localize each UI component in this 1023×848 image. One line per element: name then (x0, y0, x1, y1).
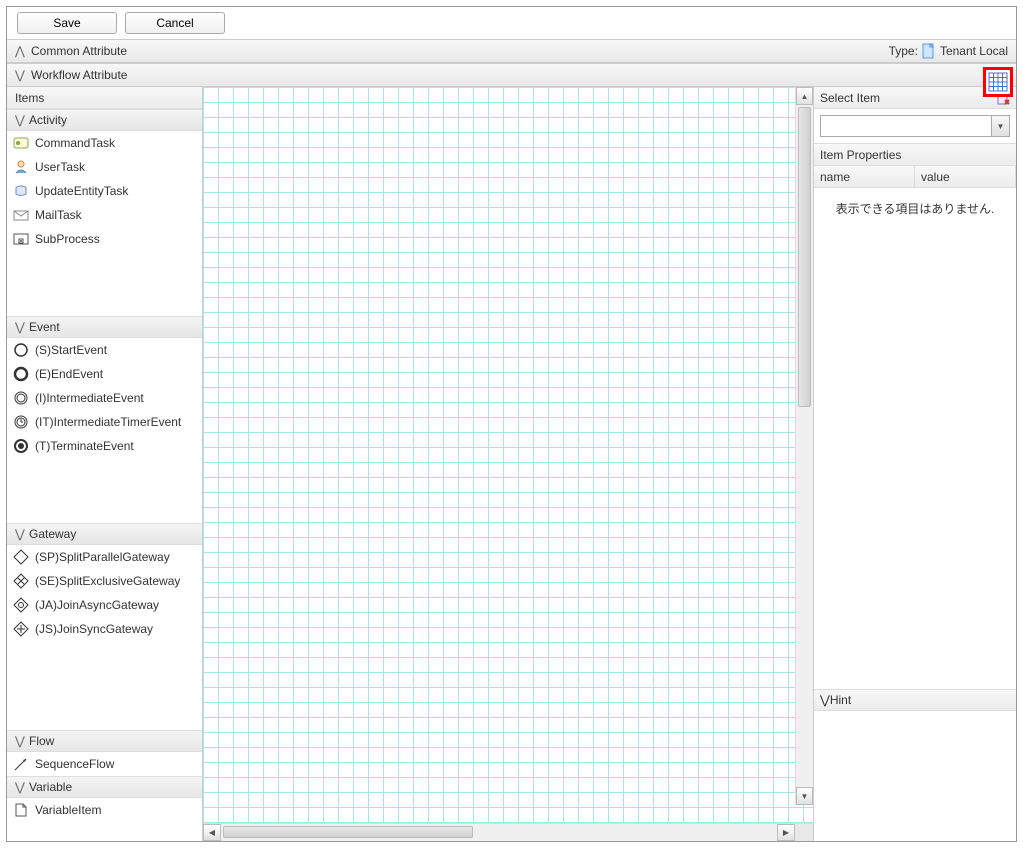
workflow-attribute-label: Workflow Attribute (31, 68, 127, 82)
category-event[interactable]: ⋁ Event (7, 316, 202, 338)
user-task-icon (13, 159, 29, 175)
palette-item-joinsyncgateway[interactable]: (JS)JoinSyncGateway (7, 617, 202, 641)
palette-item-usertask[interactable]: UserTask (7, 155, 202, 179)
items-palette: Items ⋁ Activity CommandTask UserTask Up… (7, 87, 203, 841)
async-gateway-icon (13, 597, 29, 613)
update-entity-icon (13, 183, 29, 199)
chevron-down-icon: ⋁ (820, 693, 830, 707)
hint-header[interactable]: ⋁ Hint (814, 689, 1016, 711)
type-info: Type: Tenant Local (889, 43, 1008, 59)
scroll-corner (795, 824, 813, 841)
chevron-up-icon: ⋀ (15, 44, 27, 58)
document-icon (922, 43, 936, 59)
grid-toggle-button[interactable] (988, 72, 1008, 92)
chevron-down-icon: ⋁ (15, 320, 27, 334)
category-activity[interactable]: ⋁ Activity (7, 109, 202, 131)
palette-item-intermediatetimerevent[interactable]: (IT)IntermediateTimerEvent (7, 410, 202, 434)
chevron-down-icon: ⋁ (15, 734, 27, 748)
top-toolbar: Save Cancel (7, 7, 1016, 39)
column-name[interactable]: name (814, 166, 915, 187)
palette-item-commandtask[interactable]: CommandTask (7, 131, 202, 155)
sync-gateway-icon (13, 621, 29, 637)
canvas-area: ▲ ▼ ◀ ▶ (203, 87, 814, 841)
category-variable[interactable]: ⋁ Variable (7, 776, 202, 798)
intermediate-event-icon (13, 390, 29, 406)
palette-item-variableitem[interactable]: VariableItem (7, 798, 202, 822)
column-value[interactable]: value (915, 166, 1016, 187)
chevron-down-icon: ⋁ (15, 68, 27, 82)
hint-body (814, 711, 1016, 841)
scroll-up-button[interactable]: ▲ (796, 87, 813, 105)
palette-item-intermediateevent[interactable]: (I)IntermediateEvent (7, 386, 202, 410)
workflow-attribute-bar[interactable]: ⋁ Workflow Attribute (7, 63, 1016, 87)
terminate-event-icon (13, 438, 29, 454)
cancel-button[interactable]: Cancel (125, 12, 225, 34)
items-header: Items (7, 87, 202, 109)
common-attribute-label: Common Attribute (31, 44, 127, 58)
scroll-thumb[interactable] (223, 826, 473, 838)
scroll-right-button[interactable]: ▶ (777, 824, 795, 841)
scroll-down-button[interactable]: ▼ (796, 787, 813, 805)
type-value: Tenant Local (940, 44, 1008, 58)
type-label: Type: (889, 44, 918, 58)
grid-toggle-highlight (983, 67, 1013, 97)
exclusive-gateway-icon (13, 573, 29, 589)
palette-item-splitparallelgateway[interactable]: (SP)SplitParallelGateway (7, 545, 202, 569)
palette-item-splitexclusivegateway[interactable]: (SE)SplitExclusiveGateway (7, 569, 202, 593)
palette-item-sequenceflow[interactable]: SequenceFlow (7, 752, 202, 776)
command-task-icon (13, 135, 29, 151)
horizontal-scrollbar[interactable]: ◀ ▶ (203, 823, 813, 841)
properties-panel: Select Item ▼ Item Properties name value… (814, 87, 1016, 841)
save-button[interactable]: Save (17, 12, 117, 34)
properties-columns: name value (814, 166, 1016, 188)
variable-item-icon (13, 802, 29, 818)
palette-item-updateentitytask[interactable]: UpdateEntityTask (7, 179, 202, 203)
properties-empty-message: 表示できる項目はありません. (814, 188, 1016, 451)
vertical-scrollbar[interactable]: ▲ ▼ (795, 87, 813, 805)
palette-item-startevent[interactable]: (S)StartEvent (7, 338, 202, 362)
item-select-dropdown[interactable]: ▼ (820, 115, 1010, 137)
timer-event-icon (13, 414, 29, 430)
scroll-left-button[interactable]: ◀ (203, 824, 221, 841)
chevron-down-icon: ⋁ (15, 527, 27, 541)
workflow-canvas[interactable] (203, 87, 813, 823)
item-properties-header: Item Properties (814, 144, 1016, 166)
subprocess-icon (13, 231, 29, 247)
chevron-down-icon: ⋁ (15, 113, 27, 127)
parallel-gateway-icon (13, 549, 29, 565)
palette-item-joinasyncgateway[interactable]: (JA)JoinAsyncGateway (7, 593, 202, 617)
category-flow[interactable]: ⋁ Flow (7, 730, 202, 752)
mail-task-icon (13, 207, 29, 223)
sequence-flow-icon (13, 756, 29, 772)
palette-item-subprocess[interactable]: SubProcess (7, 227, 202, 251)
scroll-thumb[interactable] (798, 107, 811, 407)
chevron-down-icon: ▼ (991, 116, 1009, 136)
chevron-down-icon: ⋁ (15, 780, 27, 794)
category-gateway[interactable]: ⋁ Gateway (7, 523, 202, 545)
common-attribute-bar[interactable]: ⋀ Common Attribute Type: Tenant Local (7, 39, 1016, 63)
end-event-icon (13, 366, 29, 382)
palette-item-mailtask[interactable]: MailTask (7, 203, 202, 227)
start-event-icon (13, 342, 29, 358)
palette-item-terminateevent[interactable]: (T)TerminateEvent (7, 434, 202, 458)
palette-item-endevent[interactable]: (E)EndEvent (7, 362, 202, 386)
